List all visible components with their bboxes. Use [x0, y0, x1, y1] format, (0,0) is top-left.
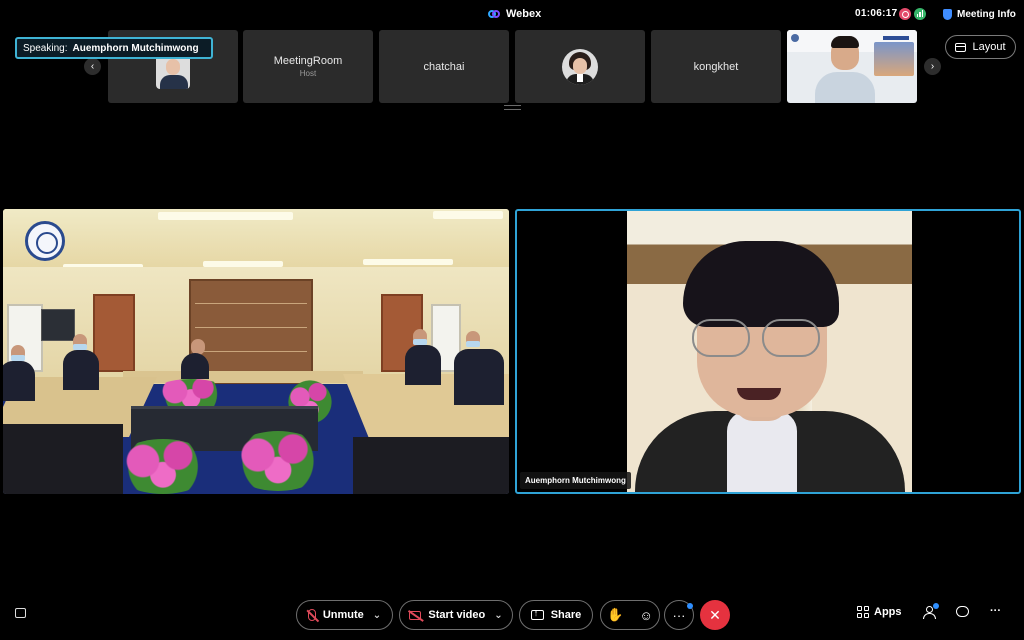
shield-icon [943, 8, 952, 20]
layout-button[interactable]: Layout [945, 35, 1016, 59]
hand-icon[interactable]: ✋ [607, 607, 623, 623]
speaking-indicator: Speaking: Auemphorn Mutchimwong [15, 37, 213, 59]
video-pane-meeting-room[interactable] [3, 209, 509, 494]
chat-button[interactable] [956, 606, 969, 617]
layout-label: Layout [972, 41, 1006, 53]
more-icon: ··· [672, 607, 686, 623]
avatar [562, 48, 598, 85]
participant-tile-video[interactable] [787, 30, 917, 103]
overflow-icon: ··· [990, 605, 1001, 617]
reactions-group: ✋ ☺ [600, 600, 660, 630]
start-video-button[interactable]: Start video ⌄ [399, 600, 513, 630]
participant-name: kongkhet [693, 60, 739, 73]
meeting-info-label: Meeting Info [957, 8, 1016, 20]
chevron-down-icon[interactable]: ⌄ [373, 610, 381, 621]
app-title: Webex [488, 7, 541, 21]
chevron-down-icon[interactable]: ⌄ [494, 610, 502, 621]
filmstrip-resize-handle[interactable] [504, 105, 521, 110]
end-call-button[interactable]: ✕ [700, 600, 730, 630]
video-pane-active-speaker[interactable]: Auemphorn Mutchimwong [515, 209, 1021, 494]
participants-button[interactable] [923, 603, 939, 619]
participant-tile-meetingroom[interactable]: MeetingRoom Host [243, 30, 373, 103]
control-bar: Unmute ⌄ Start video ⌄ Share ✋ ☺ ··· ✕ A… [0, 598, 1024, 634]
caption-button[interactable] [15, 608, 26, 618]
chevron-right-icon[interactable]: › [924, 58, 941, 75]
participant-tile-chatchai[interactable]: chatchai [379, 30, 509, 103]
chat-icon [956, 606, 969, 617]
university-logo [25, 221, 65, 261]
apps-label: Apps [874, 606, 902, 618]
share-button[interactable]: Share [519, 600, 593, 630]
caption-icon [15, 608, 26, 618]
unmute-label: Unmute [322, 609, 364, 621]
reaction-icon[interactable]: ☺ [639, 608, 652, 623]
start-video-label: Start video [428, 609, 486, 621]
top-bar: Webex 01:06:17 Meeting Info [0, 0, 1024, 28]
camera-off-icon [409, 610, 422, 620]
speaker-name-tag: Auemphorn Mutchimwong [520, 472, 631, 489]
meeting-timer: 01:06:17 [855, 8, 898, 19]
participant-role: Host [299, 69, 317, 78]
app-title-text: Webex [506, 8, 542, 20]
layout-icon [955, 42, 967, 52]
share-icon [530, 608, 544, 620]
overflow-menu-button[interactable]: ··· [990, 605, 1001, 617]
avatar [156, 54, 190, 89]
network-icon[interactable] [914, 8, 926, 20]
chevron-left-icon[interactable]: ‹ [84, 58, 101, 75]
record-icon[interactable] [899, 8, 911, 20]
apps-button[interactable]: Apps [857, 606, 902, 618]
webex-icon [488, 8, 500, 20]
speaking-name: Auemphorn Mutchimwong [72, 42, 199, 54]
participant-name: chatchai [423, 60, 465, 73]
speaking-prefix: Speaking: [23, 42, 68, 54]
more-options-button[interactable]: ··· [664, 600, 694, 630]
mic-off-icon [307, 609, 316, 621]
participant-tile-avatar[interactable] [515, 30, 645, 103]
meeting-info-button[interactable]: Meeting Info [943, 7, 1016, 21]
participant-tile-kongkhet[interactable]: kongkhet [651, 30, 781, 103]
unmute-button[interactable]: Unmute ⌄ [296, 600, 393, 630]
end-call-icon: ✕ [709, 606, 721, 623]
apps-icon [857, 606, 869, 618]
share-label: Share [550, 609, 582, 621]
participant-name: MeetingRoom [273, 55, 343, 67]
